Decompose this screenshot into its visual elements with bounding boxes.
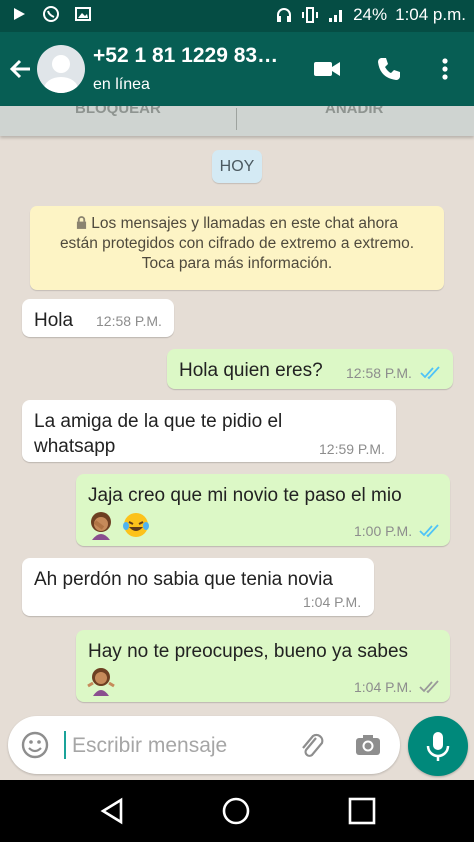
banner-divider (236, 108, 237, 130)
message-outgoing[interactable]: Jaja creo que mi novio te paso el mio 1:… (76, 474, 450, 546)
back-triangle-icon[interactable] (95, 794, 129, 828)
read-ticks-icon (420, 366, 440, 380)
headset-icon (277, 8, 292, 22)
image-icon (75, 7, 91, 21)
vibrate-icon (302, 7, 319, 23)
message-time: 1:04 P.M. (354, 679, 413, 695)
emoji-icon[interactable] (20, 730, 50, 760)
notice-line-3: Toca para más información. (141, 255, 333, 272)
message-text-line-1: La amiga de la que te pidio el (34, 411, 283, 432)
message-time: 1:00 P.M. (354, 523, 413, 539)
back-arrow-icon[interactable] (8, 56, 34, 82)
lock-icon (76, 216, 87, 229)
woman-shrugging-emoji (87, 668, 115, 696)
contact-status: en línea (93, 76, 150, 93)
recents-square-icon[interactable] (345, 794, 379, 828)
laughing-tears-emoji (123, 513, 150, 537)
signal-icon (329, 10, 343, 22)
block-add-banner: BLOQUEAR AÑADIR (0, 106, 474, 136)
day-separator: HOY (212, 150, 262, 183)
block-button[interactable]: BLOQUEAR (75, 106, 161, 117)
message-time: 12:59 P.M. (319, 441, 385, 457)
message-emojis (86, 510, 151, 540)
phone-call-icon[interactable] (374, 54, 404, 84)
avatar-icon (44, 55, 78, 93)
system-nav-bar (0, 780, 474, 842)
play-icon (14, 8, 25, 20)
contact-name[interactable]: +52 1 81 1229 83… (93, 44, 278, 68)
message-incoming[interactable]: Ah perdón no sabia que tenia novia 1:04 … (22, 558, 374, 616)
avatar[interactable] (37, 45, 85, 93)
message-composer (8, 716, 400, 774)
microphone-icon (426, 732, 450, 761)
clock: 1:04 p.m. (395, 5, 466, 24)
attach-icon[interactable] (296, 730, 326, 760)
message-text: Jaja creo que mi novio te paso el mio (88, 485, 402, 506)
message-time: 1:04 P.M. (303, 594, 362, 610)
text-cursor (64, 731, 66, 759)
camera-icon[interactable] (353, 730, 383, 760)
message-time: 12:58 P.M. (96, 313, 162, 329)
add-contact-button[interactable]: AÑADIR (325, 106, 383, 117)
home-circle-icon[interactable] (219, 794, 253, 828)
message-outgoing[interactable]: Hola quien eres? 12:58 P.M. (167, 349, 453, 389)
encryption-notice[interactable]: Los mensajes y llamadas en este chat aho… (30, 206, 444, 290)
chat-header: +52 1 81 1229 83… en línea (0, 32, 474, 106)
read-ticks-icon (419, 524, 439, 538)
message-text: Hay no te preocupes, bueno ya sabes (88, 641, 409, 662)
message-text: Ah perdón no sabia que tenia novia (34, 569, 333, 590)
notice-line-1: Los mensajes y llamadas en este chat aho… (91, 215, 399, 232)
message-incoming[interactable]: La amiga de la que te pidio el whatsapp … (22, 400, 396, 462)
delivered-ticks-icon (419, 680, 439, 694)
notice-line-2: están protegidos con cifrado de extremo … (59, 235, 415, 252)
chat-area[interactable]: HOY Los mensajes y llamadas en este chat… (0, 136, 474, 716)
microphone-button[interactable] (408, 716, 468, 776)
message-emojis (86, 666, 116, 696)
message-text: Hola quien eres? (179, 360, 323, 381)
message-text: Hola (34, 310, 74, 331)
woman-facepalming-emoji (91, 512, 111, 540)
video-call-icon[interactable] (312, 54, 342, 84)
message-time: 12:58 P.M. (346, 365, 412, 381)
battery-level: 24% (353, 5, 388, 24)
message-incoming[interactable]: Hola 12:58 P.M. (22, 299, 174, 337)
whatsapp-icon (43, 6, 59, 22)
message-input[interactable] (70, 726, 294, 766)
status-bar: 24% 1:04 p.m. (0, 0, 474, 32)
message-text-line-2: whatsapp (34, 436, 116, 457)
message-outgoing[interactable]: Hay no te preocupes, bueno ya sabes 1:04… (76, 630, 450, 702)
more-options-icon[interactable] (430, 54, 460, 84)
